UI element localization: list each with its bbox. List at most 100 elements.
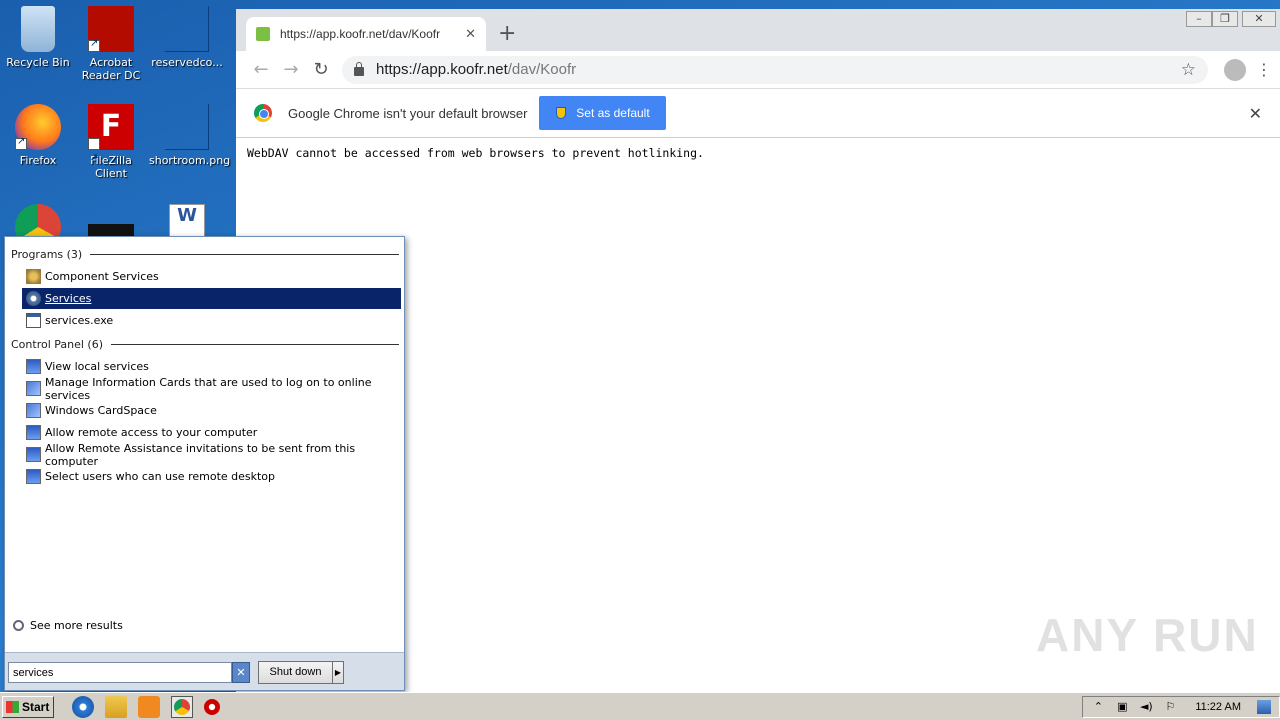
result-select-remote-desktop-users[interactable]: Select users who can use remote desktop <box>22 466 401 487</box>
filezilla-icon: F <box>88 104 134 182</box>
see-more-label: See more results <box>30 619 123 632</box>
infobar-message: Google Chrome isn't your default browser <box>288 105 528 121</box>
url-path: /dav/Koofr <box>507 61 577 78</box>
result-windows-cardspace[interactable]: Windows CardSpace <box>22 400 401 421</box>
result-label: Allow Remote Assistance invitations to b… <box>45 441 356 468</box>
lock-icon <box>354 62 364 76</box>
start-button[interactable]: Start <box>2 695 54 718</box>
start-search-input[interactable] <box>8 662 232 683</box>
taskbar: Start ⌃ ▣ ◄) ⚐ 11:22 AM <box>0 692 1280 720</box>
divider <box>111 344 399 345</box>
desktop-icon-label: reservedco... <box>151 56 223 69</box>
shut-down-options-arrow-icon[interactable]: ▶ <box>332 661 344 684</box>
cardspace-icon <box>26 403 41 418</box>
clear-search-icon[interactable]: ✕ <box>232 662 250 683</box>
divider <box>90 254 399 255</box>
component-services-icon <box>26 269 41 284</box>
show-desktop-icon[interactable] <box>1257 699 1271 714</box>
desktop-icon-recycle-bin[interactable]: Recycle Bin <box>0 6 76 69</box>
maximize-button[interactable]: ❐ <box>1212 11 1238 27</box>
services-checklist-icon <box>26 359 41 374</box>
bookmark-star-icon[interactable]: ☆ <box>1181 60 1196 80</box>
programs-group-header: Programs (3) <box>11 248 399 261</box>
media-player-icon[interactable] <box>138 695 160 718</box>
system-icon <box>26 469 41 484</box>
result-label: services.exe <box>45 314 114 327</box>
desktop-icon-label: Firefox <box>19 154 57 167</box>
desktop-icon-acrobat[interactable]: Acrobat Reader DC <box>73 6 149 82</box>
opera-icon[interactable] <box>204 698 220 715</box>
clock[interactable]: 11:22 AM <box>1195 701 1241 713</box>
new-tab-icon[interactable]: + <box>498 21 516 46</box>
chrome-menu-icon[interactable]: ⋮ <box>1256 60 1272 79</box>
tab-strip: https://app.koofr.net/dav/Koofr ✕ + – ❐ … <box>236 9 1280 51</box>
browser-toolbar: ← → ↻ https://app.koofr.net/dav/Koofr ☆ … <box>236 51 1280 89</box>
result-label: Allow remote access to your computer <box>45 426 258 439</box>
desktop-icon-shortroom[interactable]: shortroom.png <box>149 104 230 167</box>
result-label: Windows CardSpace <box>45 404 157 417</box>
tab-title: https://app.koofr.net/dav/Koofr <box>280 27 441 41</box>
result-allow-remote-access[interactable]: Allow remote access to your computer <box>22 422 401 443</box>
desktop-icon-reservedco[interactable]: reservedco... <box>149 6 225 69</box>
set-as-default-label: Set as default <box>576 106 650 120</box>
koofr-favicon-icon <box>256 27 270 41</box>
result-services-exe[interactable]: services.exe <box>22 310 401 331</box>
explorer-folder-icon[interactable] <box>105 695 127 718</box>
blank-file-icon <box>165 6 209 52</box>
volume-icon[interactable]: ◄) <box>1139 700 1153 714</box>
page-content: WebDAV cannot be accessed from web brows… <box>236 138 1280 168</box>
profile-avatar-icon[interactable] <box>1224 58 1246 81</box>
start-label: Start <box>22 699 50 714</box>
recycle-bin-icon <box>21 6 55 52</box>
chrome-taskbar-icon[interactable] <box>171 695 193 718</box>
webdav-message: WebDAV cannot be accessed from web brows… <box>247 146 704 160</box>
back-arrow-icon[interactable]: ← <box>246 59 276 80</box>
url-host: https://app.koofr.net <box>376 61 508 78</box>
result-label: Manage Information Cards that are used t… <box>45 375 372 402</box>
tab-close-icon[interactable]: ✕ <box>465 27 476 42</box>
uac-shield-icon <box>556 107 567 119</box>
shut-down-button[interactable]: Shut down <box>258 661 333 684</box>
network-icon[interactable]: ▣ <box>1115 700 1129 714</box>
result-label: View local services <box>45 360 149 373</box>
chrome-logo-icon <box>254 104 272 122</box>
minimize-button[interactable]: – <box>1186 11 1212 27</box>
desktop-icon-label: Acrobat Reader DC <box>81 56 141 82</box>
result-label: Select users who can use remote desktop <box>45 470 276 483</box>
result-label: Services <box>45 292 92 305</box>
forward-arrow-icon[interactable]: → <box>276 59 306 80</box>
set-as-default-button[interactable]: Set as default <box>539 96 667 130</box>
image-file-icon <box>165 104 209 150</box>
browser-tab[interactable]: https://app.koofr.net/dav/Koofr ✕ <box>246 17 486 51</box>
internet-explorer-icon[interactable] <box>72 695 94 718</box>
start-menu: Programs (3) Component Services Services… <box>4 236 405 691</box>
acrobat-icon <box>88 6 134 52</box>
system-icon <box>26 425 41 440</box>
desktop-icon-firefox[interactable]: Firefox <box>0 104 76 167</box>
desktop-icon-filezilla[interactable]: F FileZilla Client <box>73 104 149 182</box>
exe-icon <box>26 313 41 328</box>
infobar-close-icon[interactable]: ✕ <box>1249 104 1262 123</box>
window-close-button[interactable]: ✕ <box>1242 11 1276 27</box>
desktop-icon-label: Recycle Bin <box>6 56 70 69</box>
control-panel-group-header: Control Panel (6) <box>11 338 399 351</box>
cardspace-icon <box>26 381 41 396</box>
reload-icon[interactable]: ↻ <box>306 59 336 80</box>
default-browser-infobar: Google Chrome isn't your default browser… <box>236 89 1280 138</box>
anyrun-watermark: ANY RUN <box>1036 609 1259 661</box>
result-allow-remote-assistance[interactable]: Allow Remote Assistance invitations to b… <box>22 441 401 468</box>
result-component-services[interactable]: Component Services <box>22 266 401 287</box>
action-center-flag-icon[interactable]: ⚐ <box>1163 700 1177 714</box>
result-view-local-services[interactable]: View local services <box>22 356 401 377</box>
firefox-icon <box>15 104 61 150</box>
windows-flag-icon <box>6 700 19 713</box>
address-bar[interactable]: https://app.koofr.net/dav/Koofr ☆ <box>342 55 1208 84</box>
result-manage-information-cards[interactable]: Manage Information Cards that are used t… <box>22 375 401 402</box>
magnifier-icon <box>13 620 24 631</box>
control-panel-header-label: Control Panel (6) <box>11 338 104 351</box>
see-more-results-link[interactable]: See more results <box>13 619 123 632</box>
show-hidden-icons-chevron-icon[interactable]: ⌃ <box>1091 700 1105 714</box>
result-services[interactable]: Services <box>22 288 401 309</box>
services-gear-icon <box>26 291 41 306</box>
desktop-icon-label: shortroom.png <box>149 154 231 167</box>
